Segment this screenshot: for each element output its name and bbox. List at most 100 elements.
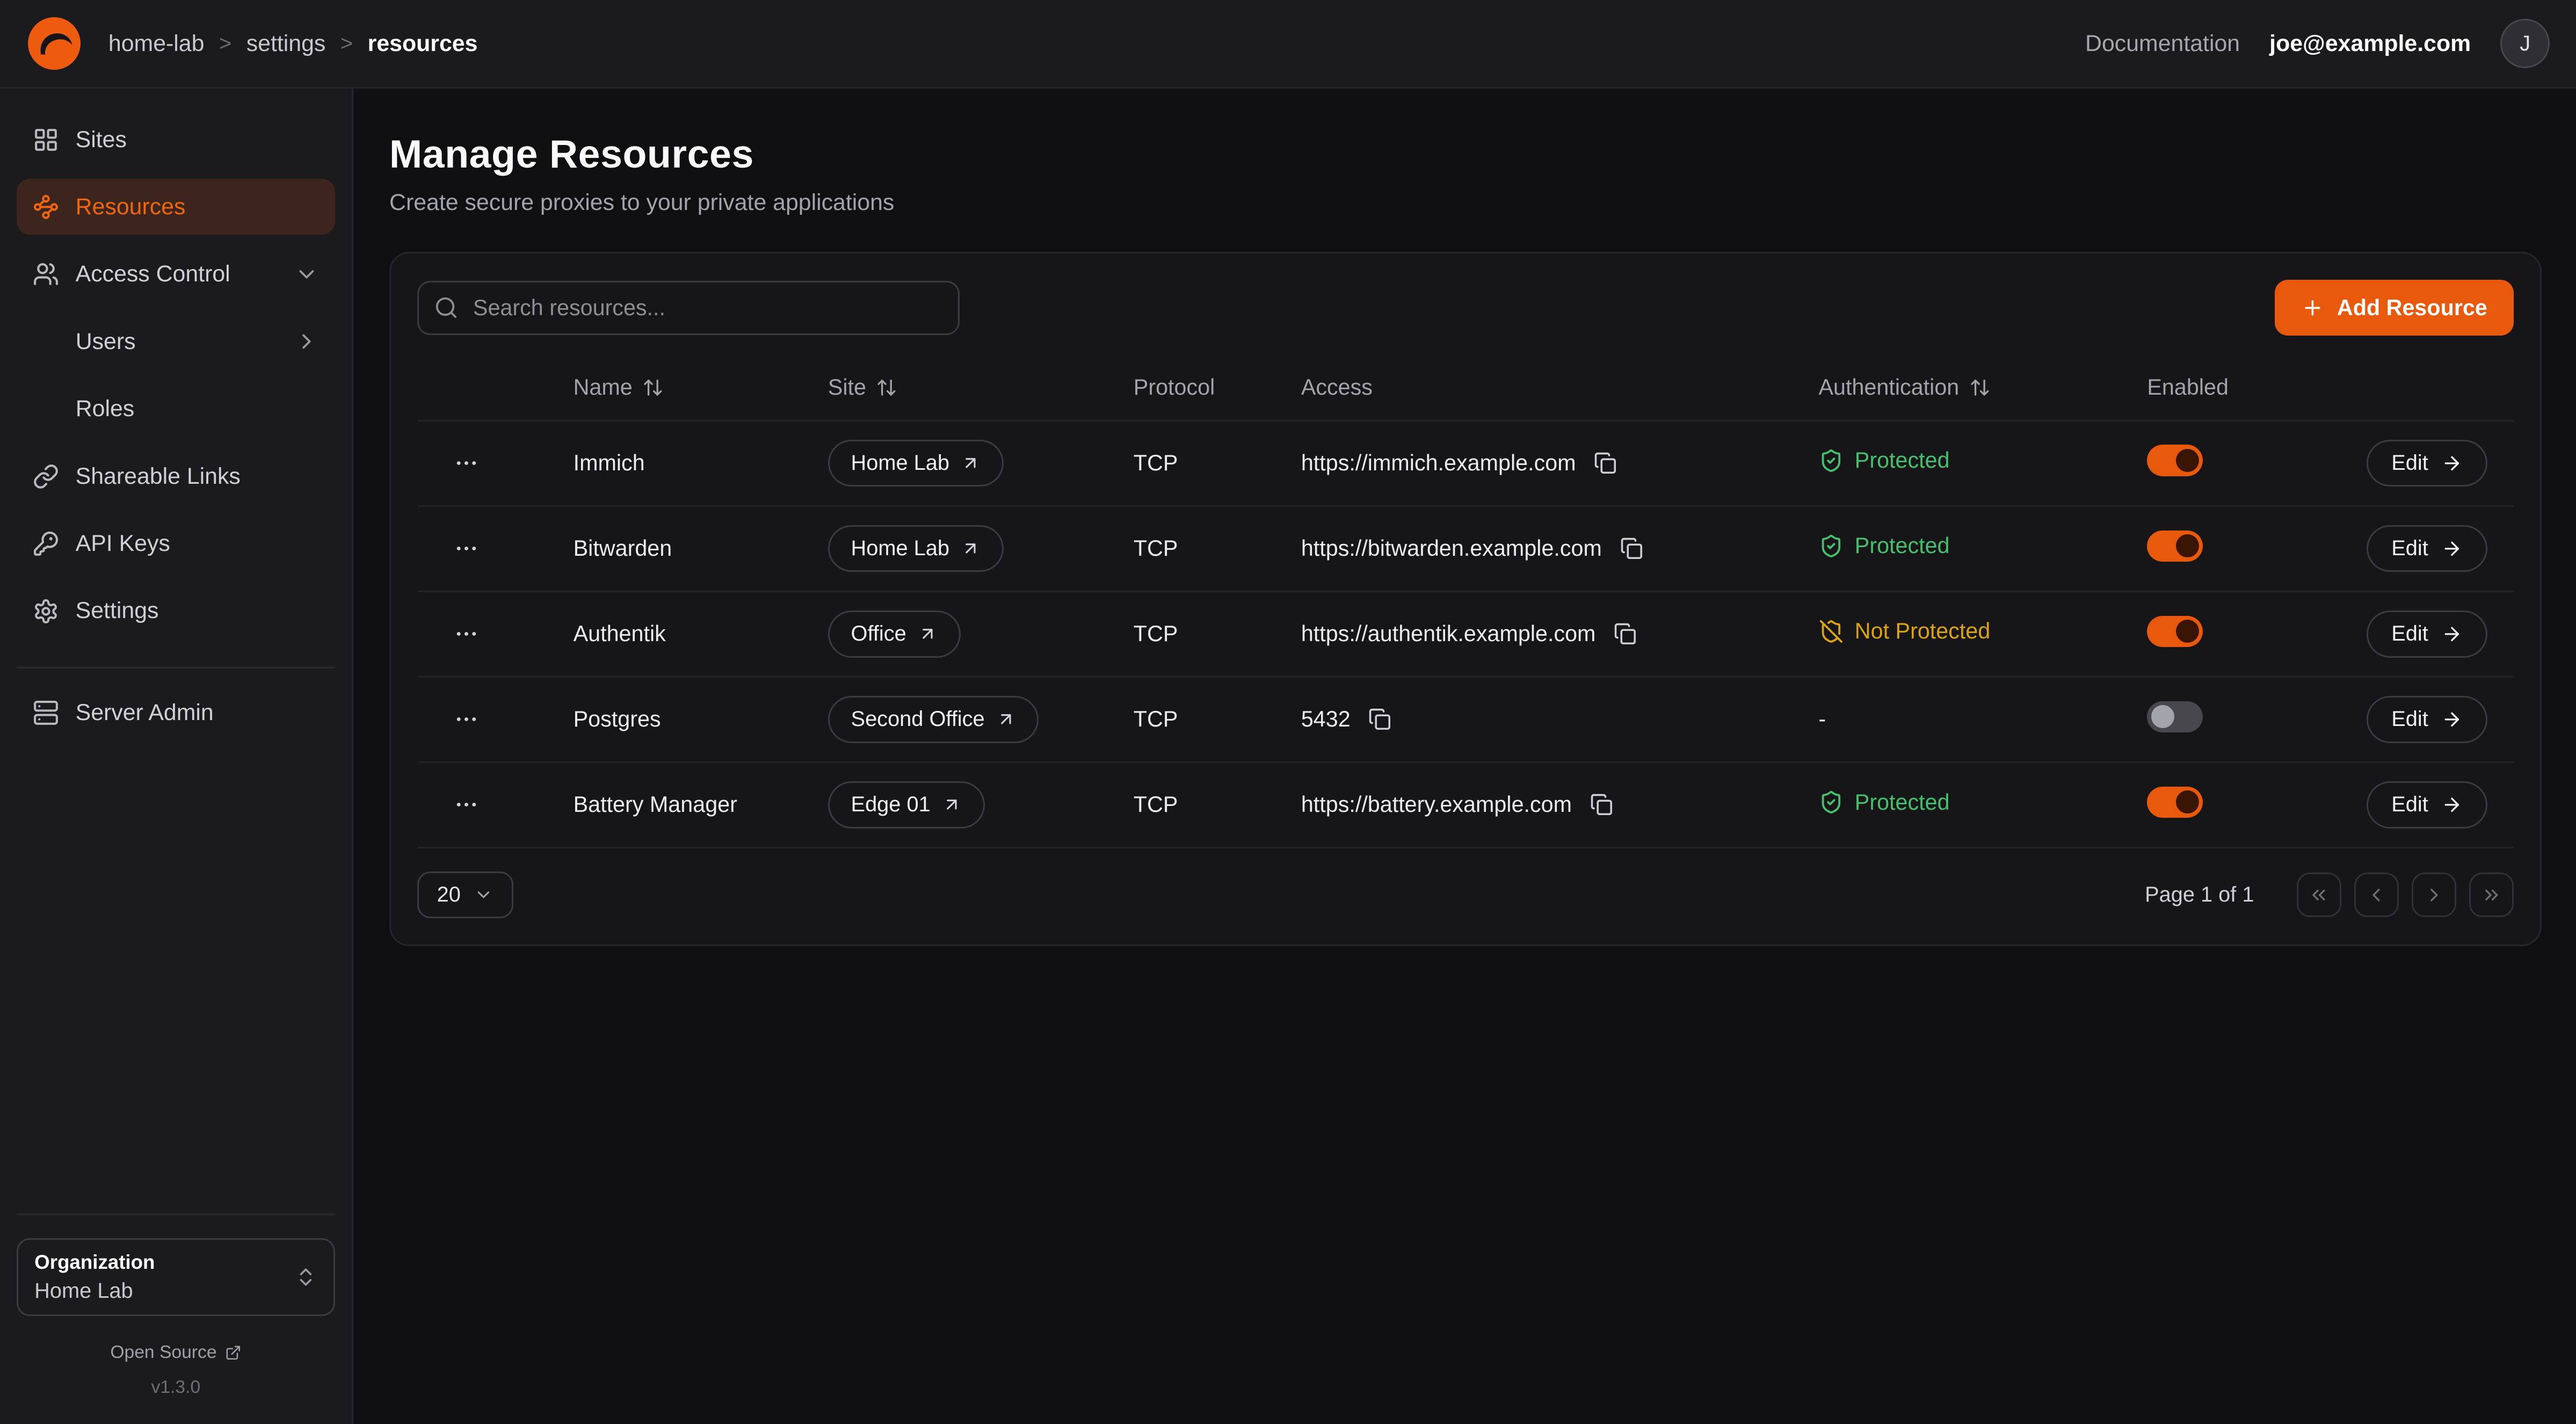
add-resource-label: Add Resource — [2337, 295, 2487, 321]
enabled-toggle[interactable] — [2147, 701, 2203, 732]
organization-selector[interactable]: Organization Home Lab — [17, 1238, 336, 1316]
resource-name: Postgres — [574, 707, 828, 732]
auth-status: - — [1819, 707, 1826, 732]
auth-status: Not Protected — [1819, 619, 1991, 644]
page-title: Manage Resources — [389, 132, 2542, 177]
arrow-right-icon — [2441, 623, 2463, 645]
column-label: Protocol — [1134, 375, 1215, 400]
search-input[interactable] — [417, 281, 960, 335]
resource-name: Authentik — [574, 621, 828, 646]
row-menu-button[interactable] — [450, 788, 483, 821]
column-label: Enabled — [2147, 375, 2229, 400]
sidebar-nav: Sites Resources Access Control Users Rol… — [17, 112, 336, 741]
ellipsis-icon — [453, 621, 480, 647]
sidebar-item-shareable-links[interactable]: Shareable Links — [17, 448, 336, 504]
row-menu-button[interactable] — [450, 703, 483, 736]
documentation-link[interactable]: Documentation — [2085, 31, 2240, 57]
chevron-down-icon — [294, 262, 319, 287]
protocol: TCP — [1134, 536, 1301, 561]
user-email[interactable]: joe@example.com — [2269, 31, 2471, 57]
access-url: https://bitwarden.example.com — [1301, 536, 1602, 561]
last-page-button[interactable] — [2469, 873, 2514, 917]
copy-button[interactable] — [1610, 619, 1640, 649]
edit-button[interactable]: Edit — [2367, 696, 2487, 743]
shield-check-icon — [1819, 448, 1844, 473]
ellipsis-icon — [453, 450, 480, 476]
edit-button[interactable]: Edit — [2367, 525, 2487, 572]
site-link[interactable]: Office — [828, 611, 961, 658]
site-name: Home Lab — [851, 536, 949, 561]
copy-button[interactable] — [1587, 790, 1616, 819]
edit-button[interactable]: Edit — [2367, 611, 2487, 658]
copy-icon — [1620, 537, 1643, 560]
chevrons-left-icon — [2308, 884, 2330, 906]
sidebar-item-label: Server Admin — [76, 700, 214, 726]
breadcrumb-separator: > — [340, 32, 353, 56]
avatar[interactable]: J — [2500, 19, 2550, 68]
site-link[interactable]: Second Office — [828, 696, 1039, 743]
arrow-up-right-icon — [996, 709, 1016, 729]
sort-icon[interactable] — [642, 377, 664, 398]
sidebar-item-roles[interactable]: Roles — [17, 381, 336, 437]
copy-button[interactable] — [1616, 534, 1646, 563]
column-label: Access — [1301, 375, 1373, 400]
enabled-toggle[interactable] — [2147, 787, 2203, 818]
users-icon — [33, 261, 59, 287]
next-page-button[interactable] — [2412, 873, 2456, 917]
table-row: Battery Manager Edge 01 TCP https://batt… — [417, 763, 2514, 848]
arrow-up-right-icon — [918, 624, 938, 644]
arrow-up-right-icon — [942, 795, 962, 815]
site-link[interactable]: Home Lab — [828, 440, 1004, 487]
row-menu-button[interactable] — [450, 617, 483, 650]
sidebar-item-settings[interactable]: Settings — [17, 583, 336, 639]
ellipsis-icon — [453, 791, 480, 818]
breadcrumb-org[interactable]: home-lab — [108, 31, 205, 57]
enabled-toggle[interactable] — [2147, 531, 2203, 562]
auth-label: Protected — [1855, 448, 1950, 473]
copy-button[interactable] — [1591, 448, 1620, 478]
chevron-right-icon — [294, 329, 319, 354]
row-menu-button[interactable] — [450, 532, 483, 565]
open-source-link[interactable]: Open Source — [17, 1342, 336, 1363]
shield-off-icon — [1819, 619, 1844, 644]
toggle-knob — [2176, 449, 2199, 472]
open-source-label: Open Source — [110, 1342, 216, 1363]
copy-button[interactable] — [1365, 704, 1395, 734]
page-subtitle: Create secure proxies to your private ap… — [389, 190, 2542, 216]
protocol: TCP — [1134, 707, 1301, 732]
pangolin-logo[interactable] — [26, 16, 82, 71]
page-size-select[interactable]: 20 — [417, 871, 513, 919]
sidebar-item-label: Users — [76, 329, 136, 355]
row-menu-button[interactable] — [450, 447, 483, 479]
site-link[interactable]: Home Lab — [828, 525, 1004, 572]
sidebar-item-resources[interactable]: Resources — [17, 179, 336, 235]
edit-button[interactable]: Edit — [2367, 781, 2487, 829]
sidebar-item-label: Shareable Links — [76, 463, 241, 490]
previous-page-button[interactable] — [2354, 873, 2399, 917]
breadcrumb-settings[interactable]: settings — [246, 31, 326, 57]
add-resource-button[interactable]: Add Resource — [2275, 280, 2514, 336]
sidebar-item-label: API Keys — [76, 531, 170, 557]
sidebar-item-users[interactable]: Users — [17, 314, 336, 369]
column-access: Access — [1301, 375, 1819, 400]
enabled-toggle[interactable] — [2147, 445, 2203, 476]
search-icon — [434, 295, 459, 320]
avatar-initial: J — [2520, 32, 2530, 56]
copy-icon — [1594, 452, 1617, 475]
waypoints-icon — [33, 194, 59, 220]
sort-icon[interactable] — [876, 377, 897, 398]
edit-label: Edit — [2391, 451, 2428, 475]
sidebar-item-server-admin[interactable]: Server Admin — [17, 685, 336, 741]
link-icon — [33, 463, 59, 490]
sort-icon[interactable] — [1969, 377, 1991, 398]
enabled-toggle[interactable] — [2147, 616, 2203, 647]
sidebar-item-api-keys[interactable]: API Keys — [17, 516, 336, 572]
edit-button[interactable]: Edit — [2367, 440, 2487, 487]
table-row: Authentik Office TCP https://authentik.e… — [417, 592, 2514, 678]
sidebar-item-sites[interactable]: Sites — [17, 112, 336, 168]
sidebar-item-access-control[interactable]: Access Control — [17, 246, 336, 302]
site-link[interactable]: Edge 01 — [828, 781, 985, 829]
first-page-button[interactable] — [2297, 873, 2341, 917]
table-toolbar: Add Resource — [417, 280, 2514, 336]
column-label: Authentication — [1819, 375, 1960, 400]
